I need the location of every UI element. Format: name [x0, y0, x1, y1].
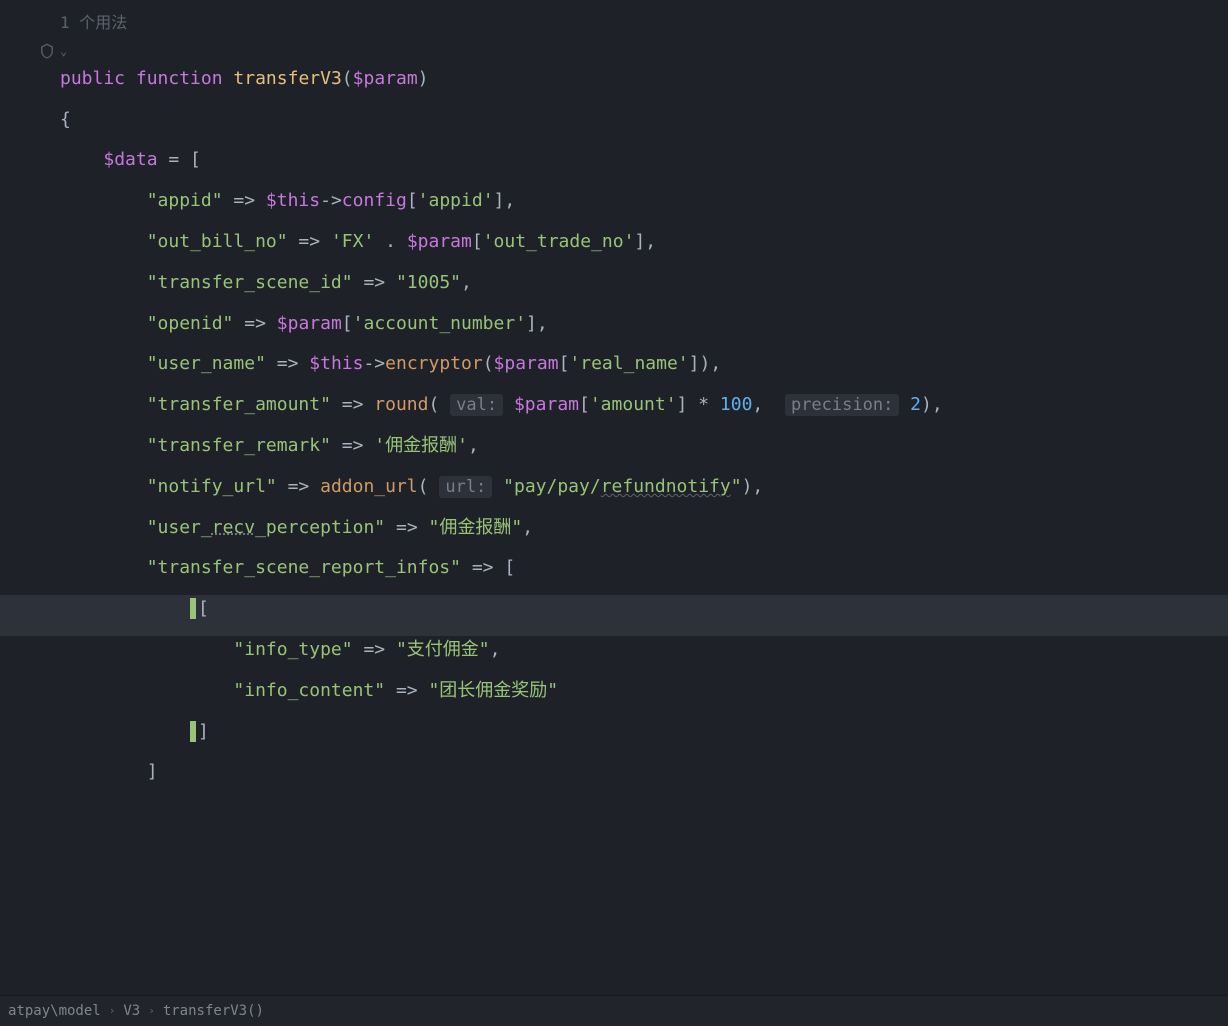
chevron-right-icon: › [109, 1002, 116, 1020]
code-line: "user_recv_perception" => "佣金报酬", [0, 514, 1228, 555]
chevron-right-icon: › [148, 1002, 155, 1020]
code-line: public function transferV3($param) [0, 65, 1228, 106]
code-line: "transfer_scene_id" => "1005", [0, 269, 1228, 310]
breadcrumb-segment[interactable]: atpay\model [8, 1000, 101, 1022]
breadcrumb[interactable]: atpay\model › V3 › transferV3() [0, 995, 1228, 1026]
param-hint: precision: [785, 394, 899, 416]
code-line: "user_name" => $this->encryptor($param['… [0, 350, 1228, 391]
code-line: "openid" => $param['account_number'], [0, 310, 1228, 351]
bracket-open-highlighted: [ [190, 598, 209, 619]
bracket-close-highlighted: ] [190, 721, 209, 742]
usage-hint[interactable]: 1 个用法 [0, 10, 1228, 36]
breadcrumb-segment[interactable]: V3 [123, 1000, 140, 1022]
breadcrumb-segment[interactable]: transferV3() [163, 1000, 264, 1022]
param-hint: val: [450, 394, 503, 416]
gutter-ai-icon[interactable]: ⌄ [0, 42, 1228, 61]
param-hint: url: [439, 476, 492, 498]
code-line: "notify_url" => addon_url( url: "pay/pay… [0, 473, 1228, 514]
code-line: "appid" => $this->config['appid'], [0, 187, 1228, 228]
current-line: [ [0, 595, 1228, 636]
code-line: ] [0, 758, 1228, 799]
code-line: "transfer_remark" => '佣金报酬', [0, 432, 1228, 473]
code-line: "info_type" => "支付佣金", [0, 636, 1228, 677]
code-line: "transfer_amount" => round( val: $param[… [0, 391, 1228, 432]
copilot-icon [38, 42, 56, 60]
chevron-down-icon: ⌄ [60, 42, 67, 61]
code-line: ] [0, 718, 1228, 759]
code-line: { [0, 106, 1228, 147]
code-line: "info_content" => "团长佣金奖励" [0, 677, 1228, 718]
code-line: $data = [ [0, 146, 1228, 187]
code-line: "transfer_scene_report_infos" => [ [0, 554, 1228, 595]
code-editor[interactable]: 1 个用法 ⌄ public function transferV3($para… [0, 0, 1228, 799]
code-line: "out_bill_no" => 'FX' . $param['out_trad… [0, 228, 1228, 269]
